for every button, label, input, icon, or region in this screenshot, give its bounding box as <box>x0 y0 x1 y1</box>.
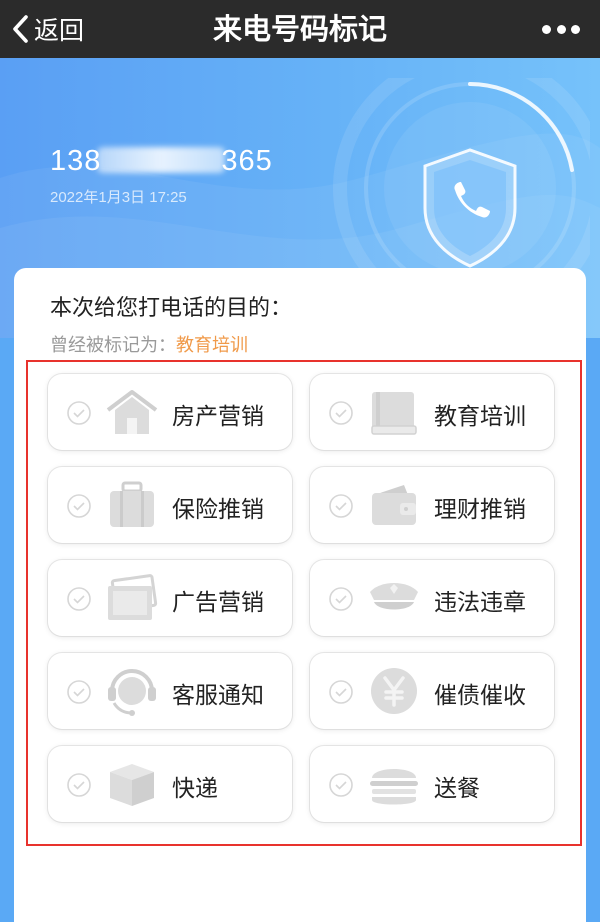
previous-mark-label: 曾经被标记为： <box>50 335 176 356</box>
check-circle-icon <box>67 773 91 797</box>
option-debt-collection[interactable]: 催债催收 <box>310 653 554 729</box>
check-circle-icon <box>67 680 91 704</box>
check-circle-icon <box>329 494 353 518</box>
option-label: 快递 <box>172 776 218 802</box>
previous-mark-tag: 教育培训 <box>176 335 248 356</box>
headset-icon <box>108 669 156 716</box>
option-customer-service[interactable]: 客服通知 <box>48 653 292 729</box>
check-circle-icon <box>329 587 353 611</box>
wallet-icon <box>372 485 416 525</box>
number-redaction <box>97 147 226 173</box>
option-food-delivery[interactable]: 送餐 <box>310 746 554 822</box>
option-label: 广告营销 <box>172 590 264 616</box>
check-circle-icon <box>329 401 353 425</box>
navbar: 返回 来电号码标记 <box>0 0 600 58</box>
check-circle-icon <box>329 773 353 797</box>
more-dots-icon <box>542 24 551 34</box>
burger-icon <box>370 769 418 805</box>
option-label: 保险推销 <box>172 497 264 523</box>
option-label: 催债催收 <box>434 683 526 709</box>
option-express[interactable]: 快递 <box>48 746 292 822</box>
option-advertising[interactable]: 广告营销 <box>48 560 292 636</box>
option-finance[interactable]: 理财推销 <box>310 467 554 543</box>
more-menu-button[interactable] <box>542 20 580 38</box>
caller-number: 138 365 <box>50 145 273 178</box>
check-circle-icon <box>329 680 353 704</box>
options-highlight-frame: 房产营销 教育培训 保险推销 理财推销 广告营销 违法违章 客服通知 催债催收 … <box>26 360 582 846</box>
option-label: 理财推销 <box>434 497 526 523</box>
previous-mark: 曾经被标记为：教育培训 <box>50 331 248 357</box>
page-title: 来电号码标记 <box>212 12 387 46</box>
shield-phone-icon <box>333 78 590 298</box>
option-real-estate[interactable]: 房产营销 <box>48 374 292 450</box>
option-label: 客服通知 <box>172 683 264 709</box>
book-icon <box>371 392 417 435</box>
yuan-coin-icon <box>371 668 417 714</box>
more-dot <box>556 24 566 34</box>
police-cap-icon <box>370 583 418 610</box>
option-label: 教育培训 <box>434 404 526 430</box>
option-education[interactable]: 教育培训 <box>310 374 554 450</box>
call-time: 2022年1月3日 17:25 <box>50 189 187 206</box>
mark-card: 本次给您打电话的目的： 曾经被标记为：教育培训 房产营销 教育培训 保险推销 理… <box>14 268 586 922</box>
back-button[interactable]: 返回 <box>10 0 84 58</box>
option-label: 房产营销 <box>172 404 264 430</box>
option-label: 违法违章 <box>434 590 526 616</box>
check-circle-icon <box>67 494 91 518</box>
back-label: 返回 <box>34 16 85 45</box>
chevron-left-icon <box>13 15 28 43</box>
package-box-icon <box>110 764 154 806</box>
purpose-question: 本次给您打电话的目的： <box>50 296 293 321</box>
caller-number-suffix: 365 <box>221 145 273 177</box>
house-icon <box>106 390 158 434</box>
more-dot <box>571 24 580 34</box>
caller-number-prefix: 138 <box>50 145 102 177</box>
option-label: 送餐 <box>434 776 480 802</box>
option-insurance[interactable]: 保险推销 <box>48 467 292 543</box>
option-violation[interactable]: 违法违章 <box>310 560 554 636</box>
check-circle-icon <box>67 587 91 611</box>
check-circle-icon <box>67 401 91 425</box>
briefcase-icon <box>110 481 154 527</box>
photo-frame-icon <box>108 574 158 620</box>
